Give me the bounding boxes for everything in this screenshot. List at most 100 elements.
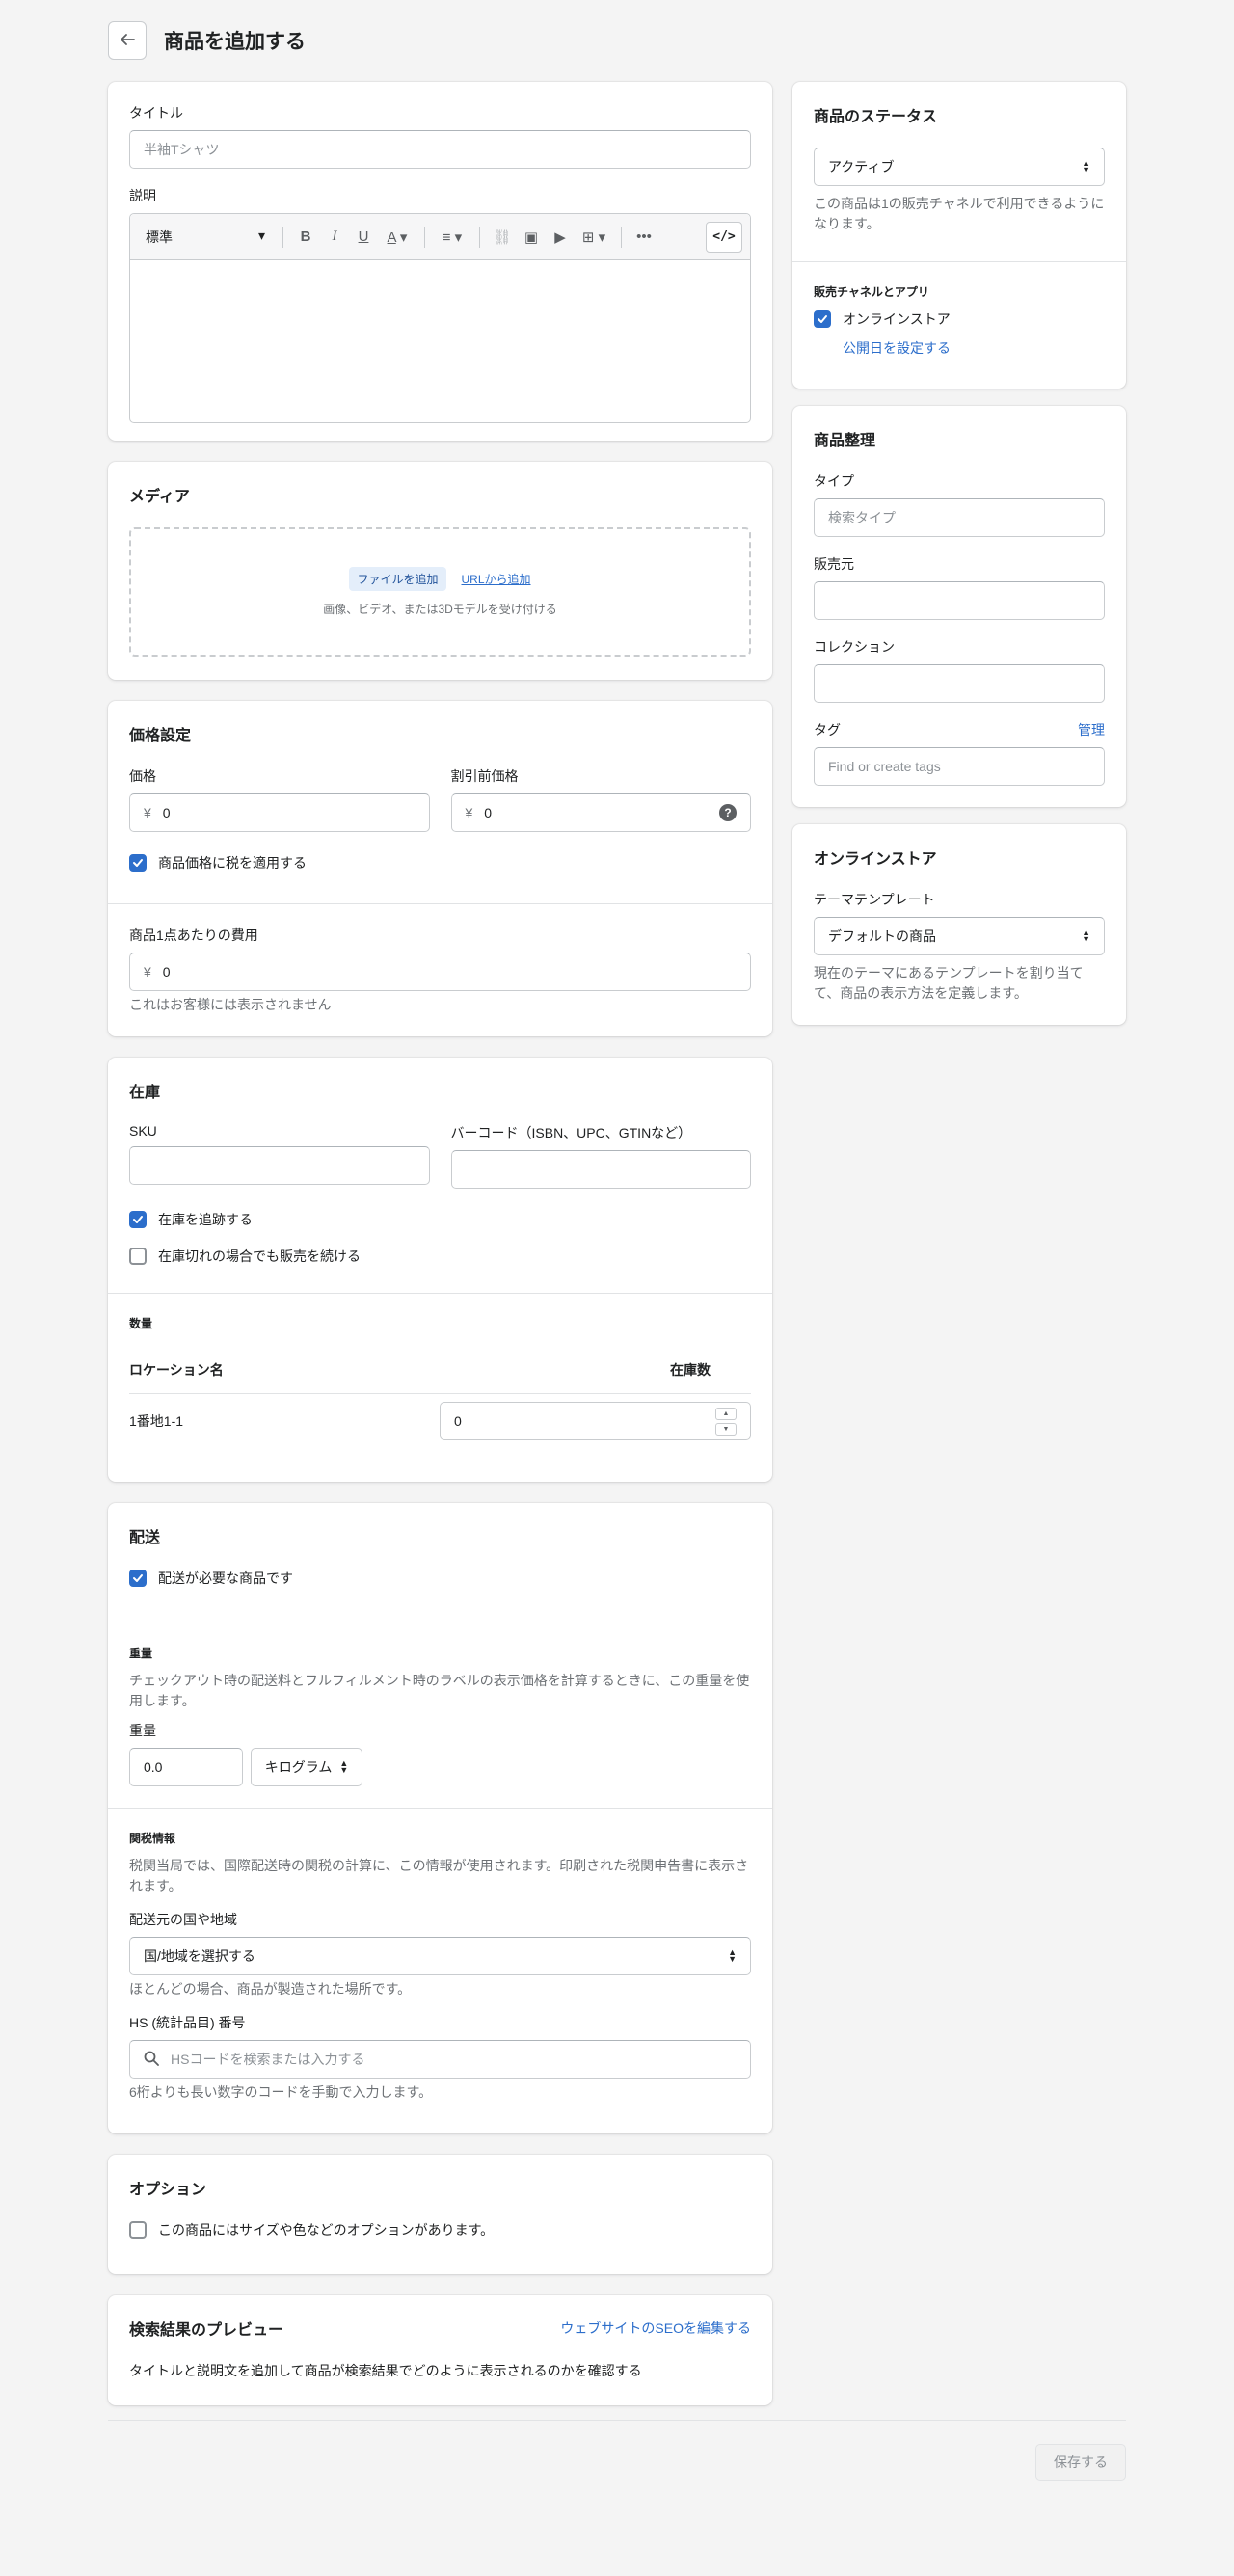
sales-channels-title: 販売チャネルとアプリ	[814, 285, 929, 299]
price-label: 価格	[129, 768, 156, 784]
seo-card: 検索結果のプレビュー ウェブサイトのSEOを編集する タイトルと説明文を追加して…	[108, 2295, 772, 2405]
media-dropzone[interactable]: ファイルを追加 URLから追加 画像、ビデオ、または3Dモデルを受け付ける	[129, 527, 751, 657]
has-options-row[interactable]: この商品にはサイズや色などのオプションがあります。	[129, 2220, 751, 2240]
link-icon[interactable]: ⛓	[488, 228, 517, 246]
theme-template-select[interactable]: デフォルトの商品 ▲ ▼	[814, 917, 1105, 955]
main-column: タイトル 半袖Tシャツ 説明 標準 ▾ B I U A ▾ ≡ ▾ ⛓ ▣ ▶ …	[108, 82, 772, 2427]
caret-down-icon: ▾	[257, 227, 265, 243]
theme-template-label: テーマテンプレート	[814, 892, 935, 907]
underline-icon[interactable]: U	[349, 228, 378, 245]
description-editor: 標準 ▾ B I U A ▾ ≡ ▾ ⛓ ▣ ▶ ⊞ ▾ ••• </>	[129, 213, 751, 423]
collection-input[interactable]	[814, 664, 1105, 703]
side-column: 商品のステータス アクティブ ▲ ▼ この商品は1の販売チャネルで利用できるように…	[792, 82, 1126, 1042]
inventory-card: 在庫 SKU バーコード（ISBN、UPC、GTINなど） 在庫を追跡する 在庫…	[108, 1058, 772, 1482]
shipping-title: 配送	[129, 1530, 161, 1546]
decrement-icon[interactable]: ▼	[715, 1422, 737, 1436]
checkbox-checked[interactable]	[129, 854, 147, 872]
save-button[interactable]: 保存する	[1035, 2444, 1126, 2481]
status-select[interactable]: アクティブ ▲ ▼	[814, 148, 1105, 186]
seo-title: 検索結果のプレビュー	[129, 2322, 284, 2339]
options-card: オプション この商品にはサイズや色などのオプションがあります。	[108, 2155, 772, 2274]
country-help: ほとんどの場合、商品が製造された場所です。	[129, 1981, 412, 1997]
product-add-page: 商品を追加する タイトル 半袖Tシャツ 説明 標準 ▾ B I U A ▾ ≡ …	[0, 0, 1234, 2576]
weight-desc: チェックアウト時の配送料とフルフィルメント時のラベルの表示価格を計算するときに、…	[129, 1673, 750, 1708]
vendor-label: 販売元	[814, 556, 854, 572]
country-select[interactable]: 国/地域を選択する ▲ ▼	[129, 1937, 751, 1975]
media-hint: 画像、ビデオ、または3Dモデルを受け付ける	[323, 603, 557, 616]
checkbox-unchecked[interactable]	[129, 2221, 147, 2239]
shipping-card: 配送 配送が必要な商品です 重量 チェックアウト時の配送料とフルフィルメント時の…	[108, 1503, 772, 2133]
add-from-url-link[interactable]: URLから追加	[462, 571, 531, 587]
track-inventory-row[interactable]: 在庫を追跡する	[129, 1210, 751, 1229]
seo-description: タイトルと説明文を追加して商品が検索結果でどのように表示されるのかを確認する	[129, 2363, 642, 2378]
more-icon[interactable]: •••	[630, 228, 658, 245]
checkbox-unchecked[interactable]	[129, 1248, 147, 1265]
pricing-card: 価格設定 価格 ¥ 0 割引前価格 ¥ 0 ? 商品価格に税を適用する 商品1点…	[108, 701, 772, 1036]
edit-seo-link[interactable]: ウェブサイトのSEOを編集する	[560, 2319, 751, 2338]
search-icon	[144, 2051, 159, 2069]
hs-code-label: HS (統計品目) 番号	[129, 2015, 246, 2030]
compare-price-input[interactable]: ¥ 0 ?	[450, 793, 751, 832]
help-icon[interactable]: ?	[719, 804, 737, 821]
price-input[interactable]: ¥ 0	[129, 793, 430, 832]
tax-label: 商品価格に税を適用する	[158, 855, 307, 871]
manage-tags-link[interactable]: 管理	[1078, 720, 1105, 739]
increment-icon[interactable]: ▲	[715, 1407, 737, 1420]
arrow-left-icon	[119, 31, 136, 51]
align-icon[interactable]: ≡ ▾	[433, 228, 471, 246]
barcode-input[interactable]	[450, 1150, 751, 1189]
sku-label: SKU	[129, 1123, 157, 1139]
select-arrows-icon: ▲ ▼	[339, 1758, 349, 1775]
bold-icon[interactable]: B	[291, 228, 320, 245]
add-file-button[interactable]: ファイルを追加	[349, 567, 446, 591]
online-store-channel-row[interactable]: オンラインストア	[814, 309, 1105, 329]
checkbox-checked[interactable]	[814, 310, 831, 328]
html-code-icon[interactable]: </>	[706, 221, 742, 253]
type-input[interactable]: 検索タイプ	[814, 498, 1105, 537]
select-arrows-icon: ▲ ▼	[1082, 158, 1090, 174]
quantity-title: 数量	[129, 1317, 153, 1330]
pricing-title: 価格設定	[129, 728, 192, 744]
table-icon[interactable]: ⊞ ▾	[575, 228, 613, 246]
checkbox-checked[interactable]	[129, 1570, 147, 1587]
hs-code-help: 6桁よりも長い数字のコードを手動で入力します。	[129, 2084, 433, 2100]
tags-input[interactable]: Find or create tags	[814, 747, 1105, 786]
status-help: この商品は1の販売チャネルで利用できるようになります。	[814, 196, 1105, 231]
weight-unit-select[interactable]: キログラム ▲ ▼	[251, 1748, 362, 1786]
checkbox-checked[interactable]	[129, 1211, 147, 1228]
cost-help: これはお客様には表示されません	[129, 997, 332, 1012]
options-title: オプション	[129, 2182, 207, 2198]
weight-input[interactable]: 0.0	[129, 1748, 243, 1786]
status-card: 商品のステータス アクティブ ▲ ▼ この商品は1の販売チャネルで利用できるように…	[792, 82, 1126, 389]
table-row: 1番地1-1 0 ▲ ▼	[129, 1394, 751, 1440]
text-style-select[interactable]: 標準 ▾	[146, 228, 275, 247]
tax-checkbox-row[interactable]: 商品価格に税を適用する	[129, 853, 751, 872]
cost-input[interactable]: ¥ 0	[129, 953, 751, 991]
type-label: タイプ	[814, 473, 854, 489]
title-label: タイトル	[129, 105, 183, 121]
theme-template-help: 現在のテーマにあるテンプレートを割り当てて、商品の表示方法を定義します。	[814, 965, 1084, 1001]
hs-code-search-input[interactable]: HSコードを検索または入力する	[129, 2040, 751, 2079]
continue-selling-row[interactable]: 在庫切れの場合でも販売を続ける	[129, 1247, 751, 1266]
weight-title: 重量	[129, 1647, 153, 1660]
physical-product-row[interactable]: 配送が必要な商品です	[129, 1569, 751, 1588]
footer-divider	[108, 2420, 1126, 2421]
schedule-publish-link[interactable]: 公開日を設定する	[843, 338, 1105, 358]
image-icon[interactable]: ▣	[517, 228, 546, 246]
video-icon[interactable]: ▶	[546, 228, 575, 246]
location-name: 1番地1-1	[129, 1413, 184, 1429]
page-header: 商品を追加する	[108, 21, 306, 60]
media-card: メディア ファイルを追加 URLから追加 画像、ビデオ、または3Dモデルを受け付…	[108, 462, 772, 680]
barcode-label: バーコード（ISBN、UPC、GTINなど）	[450, 1125, 692, 1140]
compare-price-label: 割引前価格	[450, 768, 519, 784]
title-input[interactable]: 半袖Tシャツ	[129, 130, 751, 169]
italic-icon[interactable]: I	[320, 228, 349, 245]
vendor-input[interactable]	[814, 581, 1105, 620]
quantity-stepper[interactable]: 0 ▲ ▼	[440, 1402, 751, 1440]
text-color-icon[interactable]: A ▾	[378, 228, 416, 246]
sku-input[interactable]	[129, 1146, 430, 1185]
back-button[interactable]	[108, 21, 147, 60]
select-arrows-icon: ▲ ▼	[728, 1947, 737, 1964]
description-label: 説明	[129, 188, 156, 203]
cost-label: 商品1点あたりの費用	[129, 927, 258, 943]
